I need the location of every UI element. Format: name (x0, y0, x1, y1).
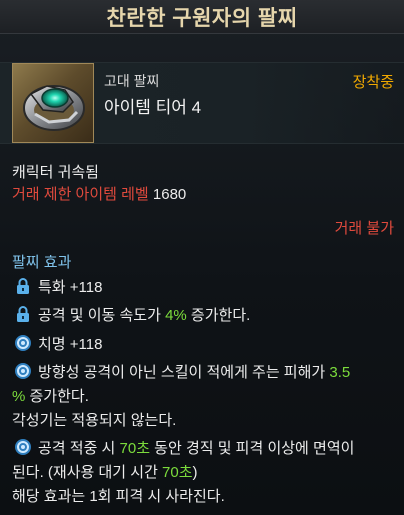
effect-text: 방향성 공격이 아닌 스킬이 적에게 주는 피해가 (38, 364, 330, 381)
item-title: 찬란한 구원자의 팔찌 (106, 6, 298, 30)
effect-speed: 공격 및 이동 속도가 4% 증가한다. (14, 305, 394, 327)
effect-immunity-line2: 된다. (재사용 대기 시간 70초) (12, 462, 394, 484)
swirl-icon (15, 363, 31, 379)
swirl-icon (15, 335, 31, 351)
effect-value: 4% (165, 307, 187, 324)
effect-text: 특화 +118 (38, 279, 103, 296)
effect-text: 공격 적중 시 (38, 440, 120, 457)
item-tooltip: 찬란한 구원자의 팔찌 고대 팔찌 아이템 티어 4 장착중 캐릭터 귀속됨 거… (0, 0, 404, 515)
effect-text: 증가한다. (25, 388, 89, 405)
effect-text: 동안 경직 및 피격 이상에 면역이 (150, 440, 355, 457)
effect-text: 증가한다. (186, 307, 251, 324)
effect-crit-spec: 특화 +118 (14, 277, 394, 299)
item-grade: 고대 팔찌 (104, 73, 160, 89)
item-summary: 고대 팔찌 아이템 티어 4 장착중 (0, 62, 404, 144)
item-tier: 아이템 티어 4 (104, 98, 202, 117)
effect-non-directional: 방향성 공격이 아닌 스킬이 적에게 주는 피해가 3.5 (14, 362, 394, 384)
binding-text: 캐릭터 귀속됨 (12, 164, 99, 181)
equipped-status: 장착중 (352, 74, 394, 91)
bracelet-icon (12, 63, 94, 143)
trade-restriction-value: 1680 (152, 186, 187, 203)
effect-text: ) (192, 464, 198, 481)
effect-text: 공격 및 이동 속도가 (38, 307, 166, 324)
effect-non-directional-line2: % 증가한다. (12, 386, 394, 408)
tooltip-header: 찬란한 구원자의 팔찌 (0, 0, 404, 34)
trade-status: 거래 불가 (334, 220, 394, 237)
effect-value: % (12, 388, 26, 405)
effect-text: 치명 +118 (38, 336, 103, 353)
effects-title: 팔찌 효과 (12, 254, 72, 271)
effect-crit: 치명 +118 (14, 334, 394, 356)
effect-text: 된다. (재사용 대기 시간 (12, 464, 163, 481)
lock-icon (17, 306, 29, 322)
effect-value: 3.5 (329, 364, 351, 381)
effect-note: 해당 효과는 1회 피격 시 사라진다. (12, 488, 225, 505)
effect-immunity: 공격 적중 시 70초 동안 경직 및 피격 이상에 면역이 (14, 438, 394, 460)
effect-value: 70초 (119, 440, 151, 457)
trade-restriction-label: 거래 제한 아이템 레벨 (12, 186, 149, 203)
effect-value: 70초 (162, 464, 193, 481)
lock-icon (17, 278, 29, 294)
trade-restriction: 거래 제한 아이템 레벨 1680 (12, 184, 186, 206)
effect-note: 각성기는 적용되지 않는다. (12, 412, 177, 429)
swirl-icon (15, 439, 31, 455)
